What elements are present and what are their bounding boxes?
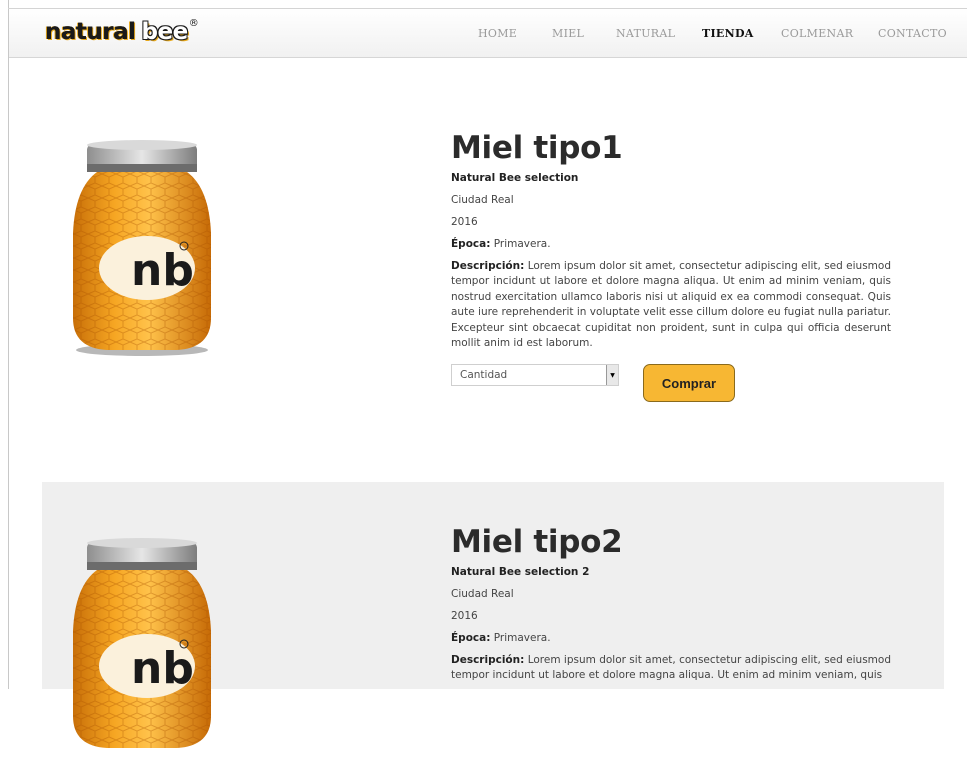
product-title: Miel tipo2 — [451, 524, 623, 560]
product-city: Ciudad Real — [451, 588, 514, 600]
product-image-jar[interactable]: nb — [67, 536, 217, 756]
nav-item-miel[interactable]: MIEL — [552, 27, 584, 40]
honey-jar-icon: nb — [73, 140, 211, 356]
description-text: Lorem ipsum dolor sit amet, consectetur … — [451, 260, 891, 350]
description-label: Descripción: — [451, 654, 525, 666]
quantity-placeholder: Cantidad — [460, 369, 508, 381]
product-card: nb Miel tipo1 Natural Bee selection Ciud… — [9, 58, 967, 482]
product-info: Miel tipo1 Natural Bee selection Ciudad … — [451, 130, 891, 351]
nav-item-colmenar[interactable]: COLMENAR — [781, 27, 853, 40]
product-description: Descripción: Lorem ipsum dolor sit amet,… — [451, 259, 891, 351]
season-value: Primavera. — [493, 632, 551, 644]
nav-item-tienda[interactable]: TIENDA — [702, 27, 754, 40]
product-city: Ciudad Real — [451, 194, 514, 206]
product-description: Descripción: Lorem ipsum dolor sit amet,… — [451, 653, 891, 684]
logo-registered-mark: ® — [188, 18, 199, 29]
honey-jar-icon: nb — [73, 538, 211, 748]
jar-label-text: nb — [131, 643, 194, 694]
buy-button[interactable]: Comprar — [643, 364, 735, 402]
nav-item-home[interactable]: HOME — [478, 27, 517, 40]
logo-word-bee: bee — [141, 19, 189, 45]
product-image-jar[interactable]: nb — [67, 138, 217, 358]
season-label: Época: — [451, 632, 491, 644]
product-season: Época: Primavera. — [451, 238, 891, 250]
top-navbar: natural bee ® HOME MIEL NATURAL TIENDA C… — [9, 9, 967, 58]
product-title: Miel tipo1 — [451, 130, 623, 166]
product-season: Época: Primavera. — [451, 632, 891, 644]
season-value: Primavera. — [493, 238, 551, 250]
logo-word-natural: natural — [45, 19, 136, 45]
chevron-down-icon[interactable]: ▼ — [606, 365, 618, 385]
product-year: 2016 — [451, 610, 478, 622]
quantity-select[interactable]: Cantidad ▼ — [451, 364, 619, 386]
product-subtitle: Natural Bee selection 2 — [451, 566, 590, 578]
jar-label-text: nb — [131, 245, 194, 296]
description-label: Descripción: — [451, 260, 525, 272]
nav-item-contacto[interactable]: CONTACTO — [878, 27, 947, 40]
product-year: 2016 — [451, 216, 478, 228]
nav-item-natural[interactable]: NATURAL — [616, 27, 675, 40]
product-info: Miel tipo2 Natural Bee selection 2 Ciuda… — [451, 524, 891, 684]
product-subtitle: Natural Bee selection — [451, 172, 579, 184]
product-card: nb Miel tipo2 Natural Bee selection 2 Ci… — [42, 482, 944, 748]
season-label: Época: — [451, 238, 491, 250]
brand-logo[interactable]: natural bee ® — [45, 17, 199, 53]
